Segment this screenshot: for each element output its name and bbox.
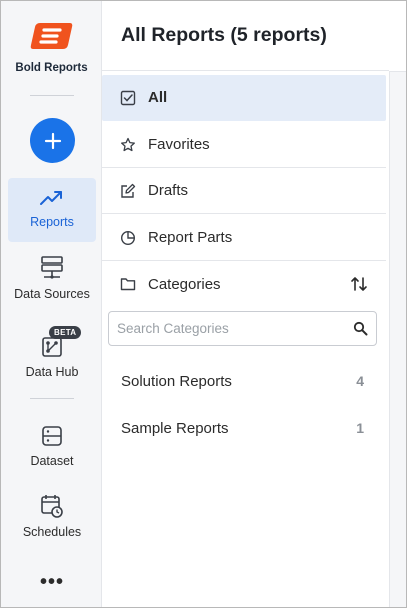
checkbox-icon: [120, 90, 136, 105]
reports-panel: All Reports (5 reports) All Favorites Dr…: [102, 1, 389, 607]
search-categories-input[interactable]: [117, 321, 353, 336]
folder-icon: [120, 278, 136, 291]
rail-item-dataset[interactable]: Dataset: [8, 424, 96, 468]
nav-item-label: All: [148, 89, 168, 106]
nav-item-categories[interactable]: Categories: [102, 261, 386, 307]
more-options-icon[interactable]: •••: [39, 572, 65, 592]
edit-icon: [121, 183, 136, 198]
header-right-area: [389, 1, 406, 72]
nav-item-favorites[interactable]: Favorites: [102, 122, 386, 168]
rail-divider: [30, 398, 74, 399]
nav-item-label: Drafts: [148, 182, 189, 199]
star-icon: [121, 137, 135, 151]
brand-name: Bold Reports: [15, 62, 88, 74]
rail-item-label: Schedules: [22, 525, 82, 539]
bold-reports-logo[interactable]: [1, 21, 102, 51]
app-window: Bold Reports Reports Data Sources Data H…: [0, 0, 407, 608]
nav-item-drafts[interactable]: Drafts: [102, 168, 386, 214]
rail-item-label: Data Hub: [25, 365, 79, 379]
search-categories-box: [108, 311, 377, 346]
plus-icon: [44, 132, 61, 149]
nav-item-label: Categories: [148, 275, 221, 293]
category-name: Solution Reports: [121, 372, 232, 390]
add-button[interactable]: [30, 118, 75, 163]
server-icon: [41, 256, 63, 279]
rail-divider: [30, 95, 74, 96]
calendar-clock-icon: [41, 495, 63, 518]
pie-chart-icon: [120, 230, 136, 245]
category-name: Sample Reports: [121, 419, 229, 437]
rail-item-data-hub[interactable]: Data Hub: [8, 335, 96, 379]
beta-badge: BETA: [49, 326, 82, 339]
rail-item-label: Data Sources: [14, 287, 90, 301]
category-item-solution-reports[interactable]: Solution Reports 4: [102, 363, 386, 399]
sort-icon[interactable]: [350, 275, 368, 293]
nav-item-label: Favorites: [148, 136, 210, 153]
rail-item-label: Dataset: [30, 454, 74, 468]
left-nav-rail: Bold Reports Reports Data Sources Data H…: [1, 1, 102, 607]
nav-item-label: Report Parts: [148, 229, 233, 246]
content-area: [389, 72, 406, 607]
rail-item-schedules[interactable]: Schedules: [8, 493, 96, 539]
category-count: 1: [356, 420, 364, 436]
category-count: 4: [356, 373, 364, 389]
rail-item-data-sources[interactable]: Data Sources: [8, 255, 96, 301]
rail-item-reports[interactable]: Reports: [8, 178, 96, 242]
search-icon[interactable]: [353, 321, 368, 336]
nav-item-all[interactable]: All: [102, 75, 386, 121]
category-item-sample-reports[interactable]: Sample Reports 1: [102, 410, 386, 446]
dataset-icon: [42, 426, 62, 446]
trending-up-icon: [40, 191, 62, 205]
rail-item-label: Reports: [30, 215, 74, 229]
nav-item-report-parts[interactable]: Report Parts: [102, 215, 386, 261]
page-title: All Reports (5 reports): [102, 1, 389, 71]
